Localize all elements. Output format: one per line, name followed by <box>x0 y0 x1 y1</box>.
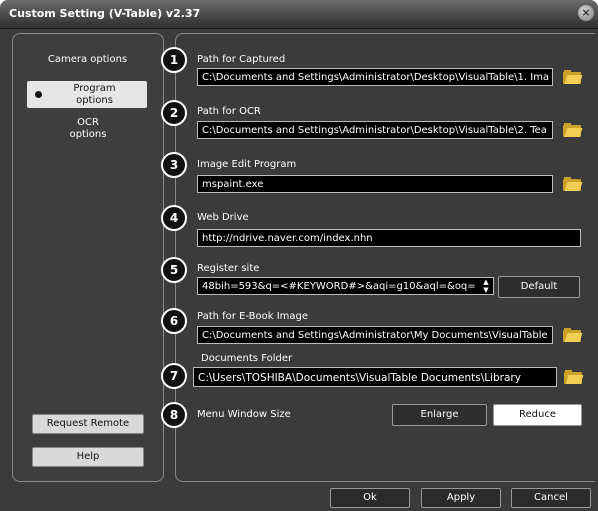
ok-button[interactable]: Ok <box>330 488 410 508</box>
path-ebook-label: Path for E-Book Image <box>197 311 309 322</box>
window-title: Custom Setting (V-Table) v2.37 <box>9 7 201 20</box>
cancel-button[interactable]: Cancel <box>511 488 591 508</box>
spin-down-icon[interactable]: ▼ <box>480 286 492 294</box>
sidebar-item-camera-options[interactable]: Camera options <box>40 54 135 65</box>
register-site-label: Register site <box>197 263 260 274</box>
sidebar-item-program-options[interactable]: Program options <box>27 81 147 108</box>
folder-browse-icon[interactable] <box>563 70 583 84</box>
register-site-spinner[interactable]: ▲ ▼ <box>480 278 492 296</box>
step-number-badge: 5 <box>161 257 187 283</box>
reduce-button[interactable]: Reduce <box>493 404 582 426</box>
step-number-badge: 6 <box>161 308 187 334</box>
step-number-badge: 8 <box>161 402 187 428</box>
path-ocr-label: Path for OCR <box>197 106 261 117</box>
settings-window: Custom Setting (V-Table) v2.37 × Camera … <box>0 0 598 511</box>
menu-window-size-label: Menu Window Size <box>197 409 291 420</box>
documents-folder-field[interactable]: C:\Users\TOSHIBA\Documents\VisualTable D… <box>193 367 557 387</box>
web-drive-label: Web Drive <box>197 212 249 223</box>
sidebar-item-label: Program options <box>73 83 116 106</box>
request-remote-button[interactable]: Request Remote <box>32 414 144 434</box>
image-edit-program-label: Image Edit Program <box>197 159 297 170</box>
folder-browse-icon[interactable] <box>563 123 583 137</box>
enlarge-button[interactable]: Enlarge <box>392 404 487 426</box>
default-button[interactable]: Default <box>498 276 580 298</box>
spin-up-icon[interactable]: ▲ <box>480 278 492 286</box>
path-ocr-field[interactable]: C:\Documents and Settings\Administrator\… <box>197 121 553 139</box>
step-number-badge: 2 <box>161 100 187 126</box>
folder-browse-icon[interactable] <box>564 370 584 384</box>
step-number-badge: 3 <box>161 152 187 178</box>
step-number-badge: 1 <box>161 47 187 73</box>
web-drive-field[interactable]: http://ndrive.naver.com/index.nhn <box>197 229 581 247</box>
documents-folder-label: Documents Folder <box>201 353 293 364</box>
close-icon[interactable]: × <box>578 5 594 21</box>
selected-radio-icon <box>35 91 42 98</box>
register-site-select[interactable]: 48bih=593&q=<#KEYWORD#>&aqi=g10&aql=&oq= <box>197 277 494 295</box>
image-edit-program-field[interactable]: mspaint.exe <box>197 175 553 193</box>
help-button[interactable]: Help <box>32 447 144 467</box>
step-number-badge: 4 <box>161 205 187 231</box>
folder-browse-icon[interactable] <box>563 328 583 342</box>
sidebar-item-ocr-options[interactable]: OCR options <box>58 117 118 141</box>
path-ebook-field[interactable]: C:\Documents and Settings\Administrator\… <box>197 326 553 344</box>
path-captured-field[interactable]: C:\Documents and Settings\Administrator\… <box>197 68 553 86</box>
title-bar[interactable]: Custom Setting (V-Table) v2.37 × <box>0 0 598 29</box>
path-captured-label: Path for Captured <box>197 54 286 65</box>
folder-browse-icon[interactable] <box>563 177 583 191</box>
apply-button[interactable]: Apply <box>421 488 501 508</box>
step-number-badge: 7 <box>161 363 187 389</box>
